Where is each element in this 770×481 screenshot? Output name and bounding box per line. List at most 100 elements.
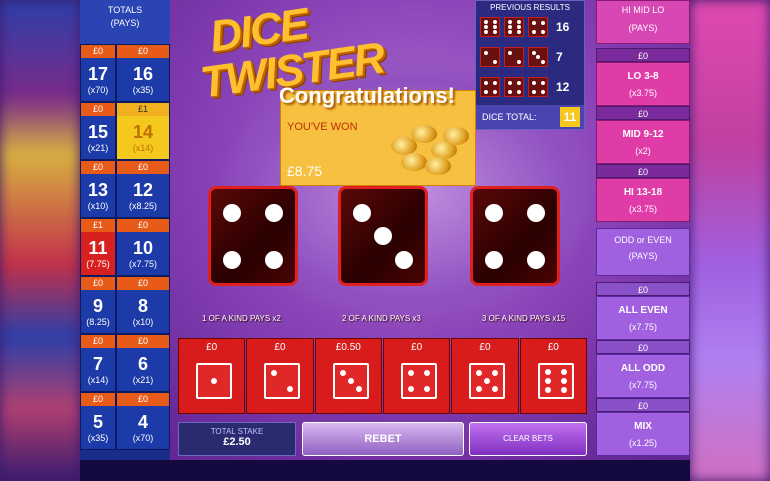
total-bet-number: 9	[92, 296, 103, 316]
total-bet-stake: £0	[81, 161, 115, 174]
die-face-icon	[537, 363, 574, 399]
previous-result-row: 12	[476, 72, 584, 102]
die-pip	[531, 29, 536, 34]
total-bet-17[interactable]: £0 17 (x70)	[80, 44, 116, 102]
bet-odds: (x3.75)	[628, 204, 657, 214]
die-pip	[507, 80, 512, 85]
hi-mid-lo-header: HI MID LO (PAYS)	[596, 0, 690, 44]
die-pip	[544, 378, 551, 384]
total-bet-stake: £1	[117, 103, 169, 116]
bottom-bar	[80, 460, 690, 481]
bet-hi-13-18[interactable]: £0 HI 13-18 (x3.75)	[596, 164, 690, 222]
total-bet-12[interactable]: £0 12 (x8.25)	[116, 160, 170, 218]
total-bet-8[interactable]: £0 8 (x10)	[116, 276, 170, 334]
single-die-bet-6[interactable]: £0	[519, 338, 587, 414]
total-bet-7[interactable]: £0 7 (x14)	[80, 334, 116, 392]
bet-all-odd[interactable]: £0 ALL ODD (x7.75)	[596, 340, 690, 398]
total-bet-4[interactable]: £0 4 (x70)	[116, 392, 170, 450]
total-bet-stake: £0	[117, 277, 169, 290]
die-pip	[507, 19, 512, 24]
die-pip	[211, 378, 217, 384]
die-pip	[516, 59, 521, 64]
single-die-stake: £0	[206, 342, 218, 353]
bet-stake: £0	[596, 164, 690, 178]
total-bet-16[interactable]: £0 16 (x35)	[116, 44, 170, 102]
die-pip	[507, 30, 512, 35]
mini-die	[504, 17, 524, 37]
bet-lo-3-8[interactable]: £0 LO 3-8 (x3.75)	[596, 48, 690, 106]
die-pip	[531, 50, 536, 55]
die-pip	[265, 250, 283, 269]
die-pip	[483, 80, 488, 85]
die-pip	[540, 59, 545, 64]
die-pip	[507, 89, 512, 94]
clear-bets-button[interactable]: CLEAR BETS	[469, 422, 587, 456]
rebet-button[interactable]: REBET	[302, 422, 464, 456]
single-die-bet-5[interactable]: £0	[451, 338, 519, 414]
single-die-bet-2[interactable]: £0	[246, 338, 314, 414]
die-pip	[516, 30, 521, 35]
total-bet-10[interactable]: £0 10 (x7.75)	[116, 218, 170, 276]
mini-die	[480, 47, 500, 67]
bet-stake: £0	[596, 106, 690, 120]
right-bet-panel: HI MID LO (PAYS) £0 LO 3-8 (x3.75) £0 MI…	[596, 0, 690, 460]
bet-label: HI 13-18	[623, 187, 663, 198]
die-pip	[492, 386, 499, 392]
previous-result-row: 7	[476, 42, 584, 72]
total-bet-stake: £0	[81, 277, 115, 290]
hi-mid-lo-pays: (PAYS)	[628, 23, 658, 33]
bet-all-even[interactable]: £0 ALL EVEN (x7.75)	[596, 282, 690, 340]
die-pip	[485, 203, 503, 222]
single-die-bet-3[interactable]: £0.50	[314, 338, 382, 414]
total-bet-odds: (x10)	[132, 317, 154, 327]
die-pip	[483, 50, 488, 55]
bet-label: LO 3-8	[627, 71, 659, 82]
total-bet-odds: (x8.25)	[128, 201, 157, 211]
mini-die	[480, 17, 500, 37]
total-bet-6[interactable]: £0 6 (x21)	[116, 334, 170, 392]
die-pip	[423, 386, 430, 392]
total-bet-13[interactable]: £0 13 (x10)	[80, 160, 116, 218]
pays-label-2: 2 OF A KIND PAYS x3	[342, 314, 421, 323]
die-pip	[540, 29, 545, 34]
total-bet-number: 14	[132, 122, 154, 142]
total-bet-number: 6	[137, 354, 148, 374]
total-bet-stake: £0	[117, 219, 169, 232]
single-die-bet-1[interactable]: £0	[178, 338, 246, 414]
die-face-icon	[400, 363, 437, 399]
bet-mix[interactable]: £0 MIX (x1.25)	[596, 398, 690, 456]
die-pip	[339, 370, 346, 376]
total-bet-stake: £1	[81, 219, 115, 232]
total-bet-5[interactable]: £0 5 (x35)	[80, 392, 116, 450]
total-bet-number: 8	[137, 296, 148, 316]
total-bet-number: 16	[132, 64, 154, 84]
mini-die	[528, 47, 548, 67]
dice-total-label: DICE TOTAL:	[482, 112, 537, 122]
die-pip	[492, 89, 497, 94]
single-die-stake: £0	[547, 342, 559, 353]
total-bet-15[interactable]: £0 15 (x21)	[80, 102, 116, 160]
bet-odds: (x3.75)	[628, 88, 657, 98]
odd-even-header: ODD or EVEN (PAYS)	[596, 228, 690, 276]
bet-mid-9-12[interactable]: £0 MID 9-12 (x2)	[596, 106, 690, 164]
die-pip	[516, 89, 521, 94]
total-bet-stake: £0	[81, 103, 115, 116]
total-bet-odds: (x70)	[132, 433, 154, 443]
die-pip	[485, 250, 503, 269]
total-bet-14[interactable]: £1 14 (x14)	[116, 102, 170, 160]
die-pip	[544, 386, 551, 393]
previous-result-total: 16	[556, 20, 570, 34]
total-bet-odds: (x70)	[87, 85, 109, 95]
win-popup: Congratulations! YOU'VE WON £8.75	[279, 83, 476, 186]
total-bet-number: 13	[87, 180, 109, 200]
total-bet-odds: (x10)	[87, 201, 109, 211]
single-die-bet-4[interactable]: £0	[382, 338, 451, 414]
total-bet-11[interactable]: £1 11 (7.75)	[80, 218, 116, 276]
total-bet-9[interactable]: £0 9 (8.25)	[80, 276, 116, 334]
die-pip	[355, 386, 362, 392]
totals-header: TOTALS (PAYS)	[80, 0, 170, 44]
previous-result-total: 12	[556, 80, 570, 94]
previous-result-row: 16	[476, 12, 584, 42]
bet-label: ALL ODD	[620, 363, 666, 374]
total-bet-number: 12	[132, 180, 154, 200]
